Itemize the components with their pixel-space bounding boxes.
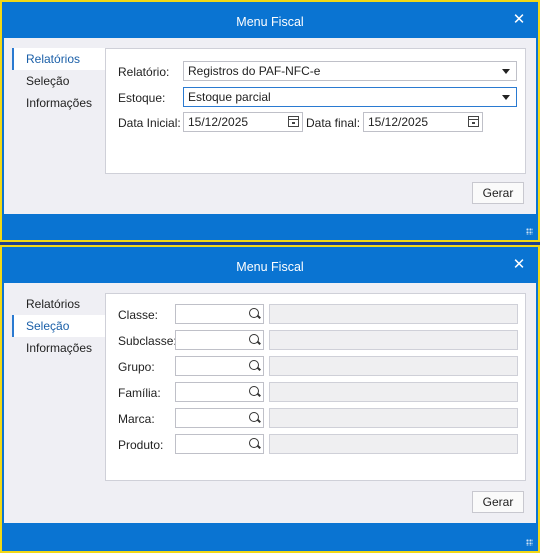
window-title: Menu Fiscal [236, 15, 304, 29]
resize-grip-icon[interactable] [526, 539, 533, 546]
marca-description [269, 408, 518, 428]
calendar-icon[interactable] [468, 116, 479, 127]
chevron-down-icon [502, 95, 510, 100]
marca-input[interactable] [175, 408, 264, 428]
menu-fiscal-window-selecao: Menu Fiscal ✕ Relatórios Seleção Informa… [0, 245, 540, 553]
familia-description [269, 382, 518, 402]
estoque-selected-value: Estoque parcial [188, 90, 271, 104]
window-title-bar: Menu Fiscal ✕ [2, 2, 538, 40]
estoque-label: Estoque: [118, 91, 166, 105]
gerar-button[interactable]: Gerar [472, 491, 524, 513]
data-final-label: Data final: [306, 116, 361, 130]
calendar-icon[interactable] [288, 116, 299, 127]
search-icon[interactable] [249, 386, 259, 396]
produto-input[interactable] [175, 434, 264, 454]
tab-informacoes[interactable]: Informações [12, 92, 107, 114]
window-footer [4, 523, 536, 549]
produto-label: Produto: [118, 438, 164, 452]
subclasse-input[interactable] [175, 330, 264, 350]
grupo-label: Grupo: [118, 360, 155, 374]
window-footer [4, 214, 536, 238]
classe-description [269, 304, 518, 324]
subclasse-description [269, 330, 518, 350]
data-inicial-label: Data Inicial: [118, 116, 181, 130]
marca-label: Marca: [118, 412, 155, 426]
resize-grip-icon[interactable] [526, 228, 533, 235]
classe-input[interactable] [175, 304, 264, 324]
search-icon[interactable] [249, 438, 259, 448]
tab-informacoes[interactable]: Informações [12, 337, 107, 359]
chevron-down-icon [502, 69, 510, 74]
selecao-panel: Classe: Subclasse: Grupo: Família: Marca… [105, 293, 526, 481]
tab-selecao[interactable]: Seleção [12, 70, 107, 92]
relatorio-select[interactable]: Registros do PAF-NFC-e [183, 61, 517, 81]
tab-list: Relatórios Seleção Informações [12, 48, 107, 114]
grupo-input[interactable] [175, 356, 264, 376]
tab-relatorios[interactable]: Relatórios [12, 48, 107, 70]
familia-label: Família: [118, 386, 161, 400]
data-inicial-field[interactable]: 15/12/2025 [183, 112, 303, 132]
tab-list: Relatórios Seleção Informações [12, 293, 107, 359]
search-icon[interactable] [249, 334, 259, 344]
gerar-button[interactable]: Gerar [472, 182, 524, 204]
grupo-description [269, 356, 518, 376]
search-icon[interactable] [249, 412, 259, 422]
search-icon[interactable] [249, 308, 259, 318]
window-body: Relatórios Seleção Informações Relatório… [4, 38, 536, 214]
subclasse-label: Subclasse: [118, 334, 177, 348]
window-title: Menu Fiscal [236, 260, 304, 274]
close-icon[interactable]: ✕ [508, 2, 530, 38]
produto-description [269, 434, 518, 454]
estoque-select[interactable]: Estoque parcial [183, 87, 517, 107]
menu-fiscal-window-relatorios: Menu Fiscal ✕ Relatórios Seleção Informa… [0, 0, 540, 242]
close-icon[interactable]: ✕ [508, 247, 530, 283]
relatorios-panel: Relatório: Registros do PAF-NFC-e Estoqu… [105, 48, 526, 174]
tab-relatorios[interactable]: Relatórios [12, 293, 107, 315]
search-icon[interactable] [249, 360, 259, 370]
classe-label: Classe: [118, 308, 159, 322]
window-body: Relatórios Seleção Informações Classe: S… [4, 283, 536, 523]
window-title-bar: Menu Fiscal ✕ [2, 247, 538, 285]
data-final-value: 15/12/2025 [368, 115, 429, 129]
relatorio-selected-value: Registros do PAF-NFC-e [188, 64, 321, 78]
data-inicial-value: 15/12/2025 [188, 115, 249, 129]
familia-input[interactable] [175, 382, 264, 402]
data-final-field[interactable]: 15/12/2025 [363, 112, 483, 132]
tab-selecao[interactable]: Seleção [12, 315, 107, 337]
relatorio-label: Relatório: [118, 65, 170, 79]
